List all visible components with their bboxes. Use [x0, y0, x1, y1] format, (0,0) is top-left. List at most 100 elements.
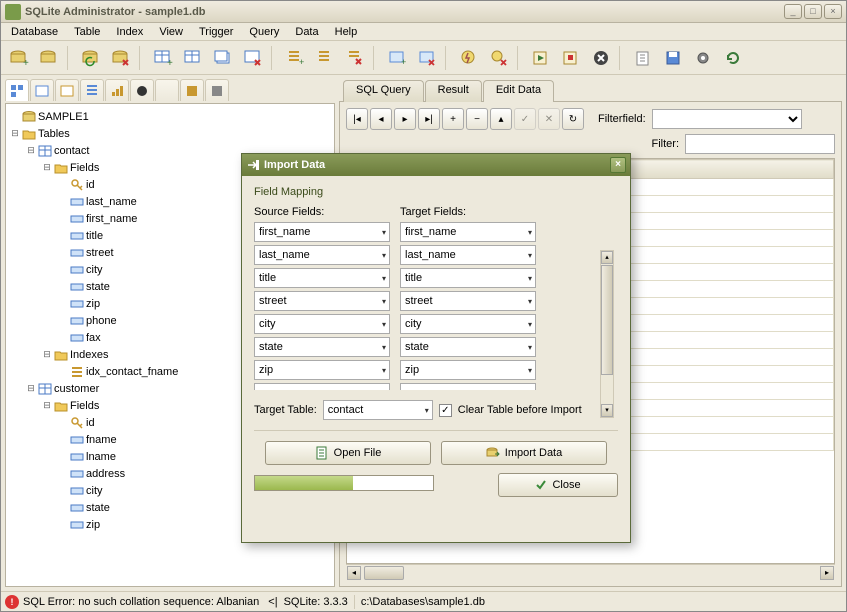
grid-hscrollbar[interactable]: ◂ ▸ — [346, 564, 835, 580]
source-field-combo[interactable]: title▾ — [254, 268, 390, 288]
import-data-dialog: Import Data × Field Mapping Source Field… — [241, 153, 631, 543]
settings-button[interactable] — [689, 44, 717, 72]
scroll-thumb[interactable] — [364, 566, 404, 580]
nav-last-button[interactable]: ▸| — [418, 108, 440, 130]
tree-database[interactable]: SAMPLE1 — [6, 108, 334, 125]
source-field-combo[interactable]: ____▾ — [254, 383, 390, 390]
left-tab-6[interactable] — [130, 79, 154, 101]
clear-table-checkbox[interactable]: ✓ — [439, 404, 452, 417]
db-open-button[interactable] — [35, 44, 63, 72]
tab-edit-data[interactable]: Edit Data — [483, 80, 554, 102]
menu-database[interactable]: Database — [3, 24, 66, 40]
menu-data[interactable]: Data — [287, 24, 326, 40]
menu-help[interactable]: Help — [327, 24, 366, 40]
left-tab-8[interactable] — [180, 79, 204, 101]
source-field-combo[interactable]: first_name▾ — [254, 222, 390, 242]
target-field-combo[interactable]: first_name▾ — [400, 222, 536, 242]
left-tab-3[interactable] — [55, 79, 79, 101]
left-tab-tree[interactable] — [5, 79, 29, 101]
export-button[interactable] — [629, 44, 657, 72]
app-icon — [5, 4, 21, 20]
tab-result[interactable]: Result — [425, 80, 482, 102]
tab-sql-query[interactable]: SQL Query — [343, 80, 424, 102]
index-new-button[interactable]: + — [281, 44, 309, 72]
target-field-combo[interactable]: street▾ — [400, 291, 536, 311]
table-delete-button[interactable] — [239, 44, 267, 72]
table-new-button[interactable]: + — [149, 44, 177, 72]
dialog-close-button[interactable]: × — [610, 157, 626, 173]
query-run-button[interactable] — [527, 44, 555, 72]
view-new-button[interactable]: + — [383, 44, 411, 72]
target-field-combo[interactable]: last_name▾ — [400, 245, 536, 265]
maximize-button[interactable]: □ — [804, 4, 822, 19]
nav-edit-button[interactable]: ▴ — [490, 108, 512, 130]
close-dialog-button[interactable]: Close — [498, 473, 618, 497]
scroll-left-icon[interactable]: ◂ — [347, 566, 361, 580]
save-button[interactable] — [659, 44, 687, 72]
query-clear-button[interactable] — [587, 44, 615, 72]
filter-input[interactable] — [685, 134, 835, 154]
view-delete-button[interactable] — [413, 44, 441, 72]
target-field-combo[interactable]: title▾ — [400, 268, 536, 288]
menu-index[interactable]: Index — [108, 24, 151, 40]
nav-next-button[interactable]: ▸ — [394, 108, 416, 130]
target-table-combo[interactable]: contact▾ — [323, 400, 433, 420]
table-edit-button[interactable] — [179, 44, 207, 72]
table-copy-button[interactable] — [209, 44, 237, 72]
scroll-up-icon[interactable]: ▴ — [601, 251, 613, 264]
open-file-button[interactable]: Open File — [265, 441, 431, 465]
tree-tables-folder[interactable]: ⊟Tables — [6, 125, 334, 142]
index-edit-button[interactable] — [311, 44, 339, 72]
source-fields-label: Source Fields: — [254, 206, 390, 218]
target-field-combo[interactable]: ____▾ — [400, 383, 536, 390]
nav-first-button[interactable]: |◂ — [346, 108, 368, 130]
menubar: Database Table Index View Trigger Query … — [1, 23, 846, 41]
scroll-right-icon[interactable]: ▸ — [820, 566, 834, 580]
source-field-combo[interactable]: city▾ — [254, 314, 390, 334]
mapping-row: city▾ city▾ — [254, 314, 604, 334]
source-field-combo[interactable]: street▾ — [254, 291, 390, 311]
target-field-combo[interactable]: state▾ — [400, 337, 536, 357]
nav-post-button[interactable]: ✓ — [514, 108, 536, 130]
source-field-combo[interactable]: zip▾ — [254, 360, 390, 380]
query-stop-button[interactable] — [557, 44, 585, 72]
left-tab-5[interactable] — [105, 79, 129, 101]
menu-query[interactable]: Query — [241, 24, 287, 40]
nav-refresh-button[interactable]: ↻ — [562, 108, 584, 130]
check-icon — [535, 479, 547, 491]
menu-table[interactable]: Table — [66, 24, 108, 40]
menu-view[interactable]: View — [151, 24, 191, 40]
scroll-down-icon[interactable]: ▾ — [601, 404, 613, 417]
dialog-titlebar[interactable]: Import Data × — [242, 154, 630, 176]
db-delete-button[interactable] — [107, 44, 135, 72]
refresh-button[interactable] — [719, 44, 747, 72]
left-tab-9[interactable] — [205, 79, 229, 101]
mapping-row: street▾ street▾ — [254, 291, 604, 311]
mapping-scroll-thumb[interactable] — [601, 265, 613, 375]
menu-trigger[interactable]: Trigger — [191, 24, 241, 40]
index-delete-button[interactable] — [341, 44, 369, 72]
minimize-button[interactable]: _ — [784, 4, 802, 19]
target-fields-label: Target Fields: — [400, 206, 466, 218]
chevron-down-icon: ▾ — [382, 274, 386, 283]
mapping-scrollbar[interactable]: ▴ ▾ — [600, 250, 614, 418]
target-field-combo[interactable]: zip▾ — [400, 360, 536, 380]
left-tab-4[interactable] — [80, 79, 104, 101]
db-refresh-button[interactable] — [77, 44, 105, 72]
source-field-combo[interactable]: last_name▾ — [254, 245, 390, 265]
target-field-combo[interactable]: city▾ — [400, 314, 536, 334]
trigger-delete-button[interactable] — [485, 44, 513, 72]
source-field-combo[interactable]: state▾ — [254, 337, 390, 357]
close-button[interactable]: × — [824, 4, 842, 19]
nav-cancel-button[interactable]: ✕ — [538, 108, 560, 130]
left-tab-2[interactable] — [30, 79, 54, 101]
nav-insert-button[interactable]: + — [442, 108, 464, 130]
import-data-button[interactable]: Import Data — [441, 441, 607, 465]
trigger-new-button[interactable] — [455, 44, 483, 72]
left-tab-7[interactable] — [155, 79, 179, 101]
nav-prev-button[interactable]: ◂ — [370, 108, 392, 130]
nav-delete-button[interactable]: − — [466, 108, 488, 130]
field-mapping-label: Field Mapping — [254, 186, 618, 198]
db-new-button[interactable]: + — [5, 44, 33, 72]
filterfield-combo[interactable] — [652, 109, 802, 129]
